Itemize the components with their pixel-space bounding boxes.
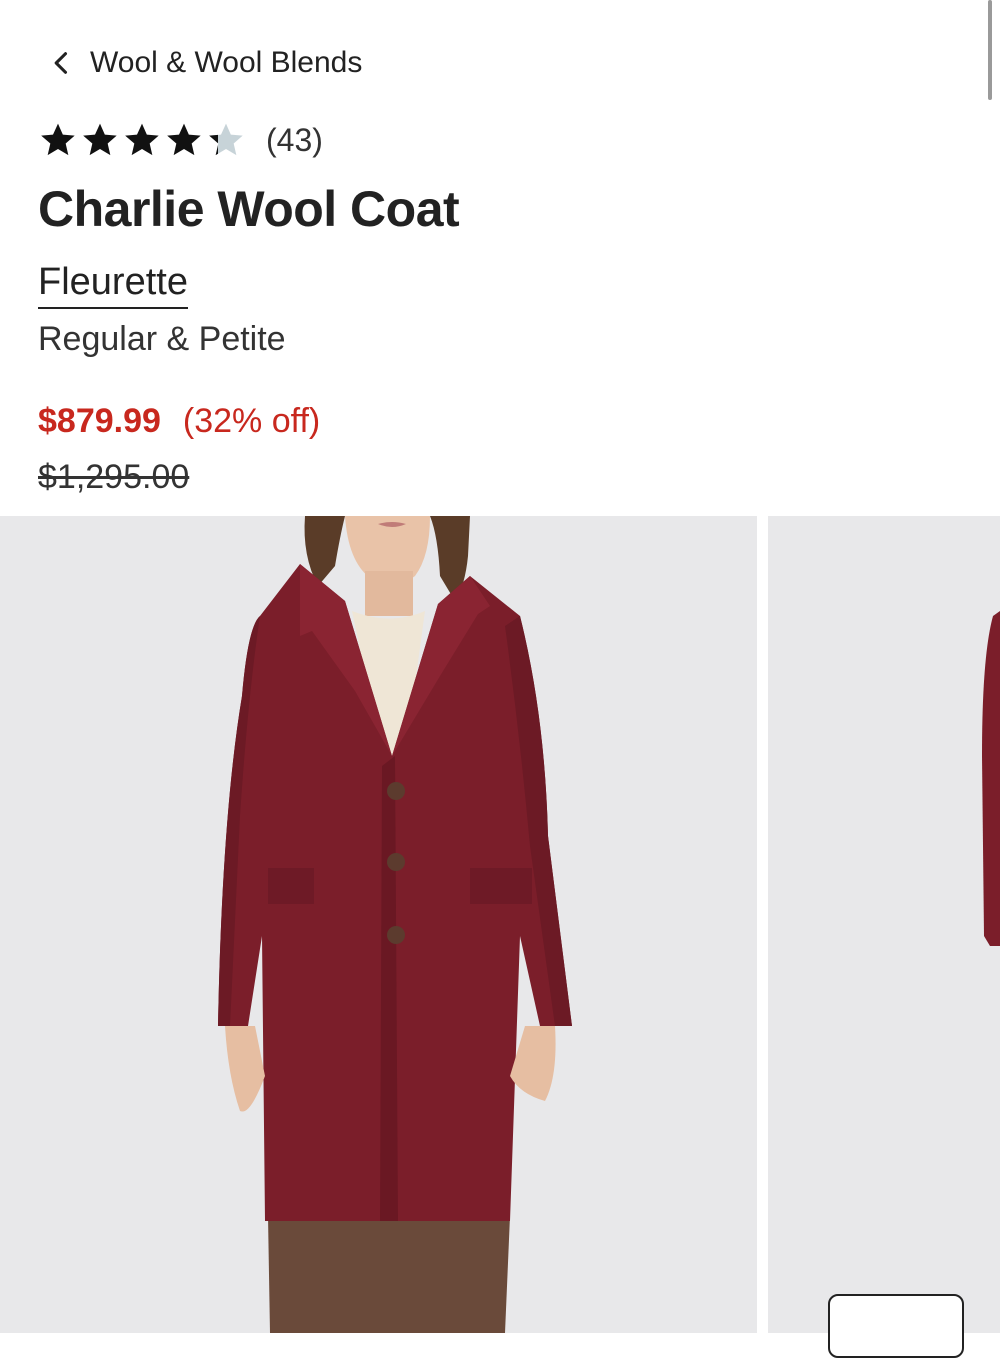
product-rating[interactable]: (43) <box>38 118 323 162</box>
star-partial-icon <box>209 123 243 156</box>
price-row: $879.99 (32% off) <box>38 402 320 441</box>
coat-side-view-image <box>768 516 1000 1333</box>
original-price: $1,295.00 <box>38 458 190 496</box>
star-icon <box>41 123 75 156</box>
star-icon <box>125 123 159 156</box>
model-wearing-coat-image <box>0 516 757 1333</box>
page-scrollbar[interactable] <box>988 0 992 100</box>
chevron-left-icon <box>54 52 68 74</box>
sale-price: $879.99 <box>38 402 161 440</box>
discount-label: (32% off) <box>182 402 321 440</box>
brand-link[interactable]: Fleurette <box>38 260 188 309</box>
breadcrumb-label: Wool & Wool Blends <box>90 46 363 79</box>
breadcrumb[interactable]: Wool & Wool Blends <box>48 42 362 84</box>
fit-options: Regular & Petite <box>38 320 286 358</box>
product-image-gallery[interactable] <box>0 516 1000 1333</box>
product-image-main[interactable] <box>0 516 757 1333</box>
star-icon <box>167 123 201 156</box>
star-rating <box>38 120 246 160</box>
star-icon <box>83 123 117 156</box>
review-count[interactable]: (43) <box>266 122 323 159</box>
product-image-next[interactable] <box>768 516 1000 1333</box>
image-zoom-button[interactable] <box>828 1294 964 1358</box>
product-title: Charlie Wool Coat <box>38 181 460 237</box>
